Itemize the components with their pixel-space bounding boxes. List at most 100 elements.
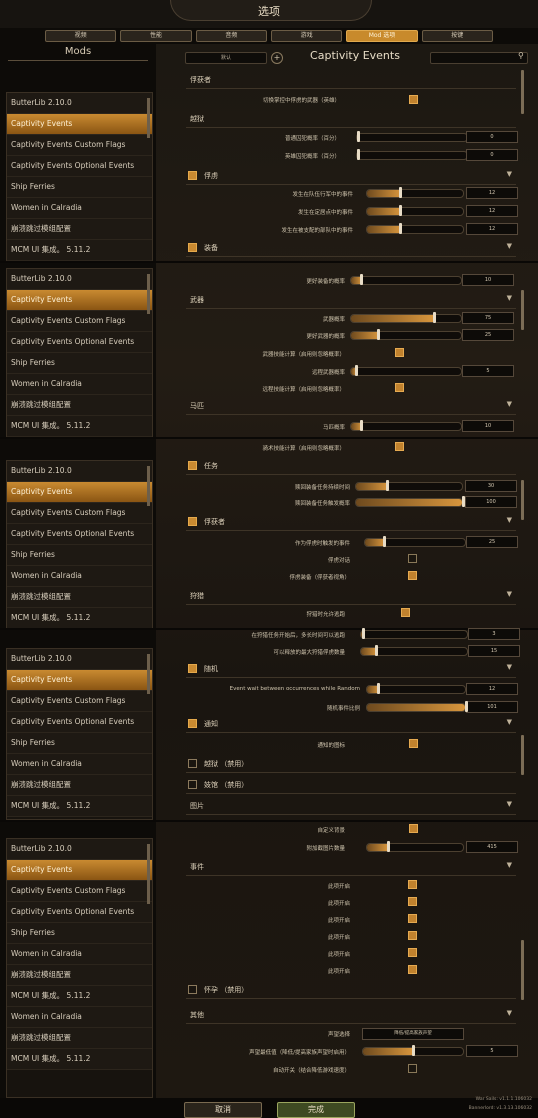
mod-item-mcm-ui[interactable]: MCM UI 集成。 5.11.2 xyxy=(7,986,152,1007)
tab-mod-options[interactable]: Mod 选项 xyxy=(346,30,418,42)
section-quest[interactable]: 任务 xyxy=(186,458,516,475)
mod-item-ship-ferries[interactable]: Ship Ferries xyxy=(7,923,152,944)
mod-item-ship-ferries[interactable]: Ship Ferries xyxy=(7,545,152,566)
settings-scrollbar[interactable] xyxy=(521,940,524,1000)
mod-item-butterlib[interactable]: ButterLib 2.10.0 xyxy=(7,93,152,114)
switch-captor-skill-checkbox[interactable] xyxy=(409,95,418,104)
horse-chance-slider[interactable] xyxy=(350,422,462,431)
tab-game[interactable]: 游戏 xyxy=(270,30,343,42)
settings-scrollbar[interactable] xyxy=(521,735,524,775)
mod-item-women-in-calradia[interactable]: Women in Calradia xyxy=(7,944,152,965)
slider-thumb[interactable] xyxy=(386,480,390,491)
better-gear-value[interactable]: 10 xyxy=(462,274,514,286)
section-checkbox[interactable] xyxy=(188,171,197,180)
renown-value-value[interactable]: 5 xyxy=(466,1045,518,1057)
section-jailbreak[interactable]: 越狱 （禁用） xyxy=(186,756,516,773)
settings-scrollbar[interactable] xyxy=(521,480,524,520)
section-checkbox[interactable] xyxy=(188,719,197,728)
section-checkbox[interactable] xyxy=(188,759,197,768)
event-toggle-checkbox[interactable] xyxy=(408,931,417,940)
slider-thumb[interactable] xyxy=(354,365,358,376)
section-checkbox[interactable] xyxy=(188,517,197,526)
mods-scrollbar[interactable] xyxy=(147,466,150,506)
mod-item-captivity-events[interactable]: Captivity Events xyxy=(7,860,152,881)
renown-select-dropdown[interactable]: 降低/提高家族声望 xyxy=(362,1028,464,1040)
mods-scrollbar[interactable] xyxy=(147,844,150,904)
tab-performance[interactable]: 性能 xyxy=(120,30,192,42)
event-toggle-checkbox[interactable] xyxy=(408,880,417,889)
slider-thumb[interactable] xyxy=(357,131,361,142)
mod-item-ce-custom-flags[interactable]: Captivity Events Custom Flags xyxy=(7,691,152,712)
mod-filter-input[interactable]: 默认 xyxy=(185,52,267,64)
mod-item-captivity-events[interactable]: Captivity Events xyxy=(7,482,152,503)
mod-item-ce-custom-flags[interactable]: Captivity Events Custom Flags xyxy=(7,311,152,332)
slider-thumb[interactable] xyxy=(399,205,403,216)
random-wait-value[interactable]: 12 xyxy=(466,683,518,695)
hero-escape-slider[interactable] xyxy=(356,151,468,160)
mod-item-women-in-calradia-2[interactable]: Women in Calradia xyxy=(7,1007,152,1028)
section-captive[interactable]: 俘虏 ▼ xyxy=(186,168,516,185)
slider-thumb[interactable] xyxy=(362,628,366,639)
image-count-slider[interactable] xyxy=(366,843,464,852)
better-gear-slider[interactable] xyxy=(350,276,462,285)
quest-trigger-value[interactable]: 100 xyxy=(465,496,517,508)
weapon-chance-value[interactable]: 75 xyxy=(462,312,514,324)
mod-item-ce-custom-flags[interactable]: Captivity Events Custom Flags xyxy=(7,503,152,524)
slider-thumb[interactable] xyxy=(399,223,403,234)
section-checkbox[interactable] xyxy=(188,780,197,789)
settings-scrollbar[interactable] xyxy=(521,70,524,114)
mod-item-women-in-calradia[interactable]: Women in Calradia xyxy=(7,374,152,395)
hunt-time-slider[interactable] xyxy=(360,630,468,639)
mod-item-ce-optional-events[interactable]: Captivity Events Optional Events xyxy=(7,156,152,177)
event-army-value[interactable]: 12 xyxy=(466,187,518,199)
weapon-skill-checkbox[interactable] xyxy=(395,348,404,357)
section-checkbox[interactable] xyxy=(188,664,197,673)
section-equipment[interactable]: 装备 ▼ xyxy=(186,240,516,257)
mod-item-crash-skip[interactable]: 崩溃跳过模组配置 xyxy=(7,775,152,796)
section-random[interactable]: 随机 ▼ xyxy=(186,661,516,678)
random-ratio-slider[interactable] xyxy=(366,703,466,712)
event-party-slider[interactable] xyxy=(366,225,464,234)
mod-item-captivity-events[interactable]: Captivity Events xyxy=(7,114,152,135)
event-settlement-value[interactable]: 12 xyxy=(466,205,518,217)
event-toggle-checkbox[interactable] xyxy=(408,914,417,923)
quest-time-value[interactable]: 30 xyxy=(465,480,517,492)
slider-thumb[interactable] xyxy=(377,329,380,340)
slider-thumb[interactable] xyxy=(383,536,387,547)
slider-thumb[interactable] xyxy=(412,1045,415,1056)
mod-item-ce-optional-events[interactable]: Captivity Events Optional Events xyxy=(7,902,152,923)
notify-icon-checkbox[interactable] xyxy=(409,739,418,748)
slider-thumb[interactable] xyxy=(462,496,465,507)
event-settlement-slider[interactable] xyxy=(366,207,464,216)
section-other[interactable]: 其他 ▼ xyxy=(186,1007,516,1024)
section-images[interactable]: 图片 ▼ xyxy=(186,798,516,815)
captor-trigger-slider[interactable] xyxy=(364,538,466,547)
mod-item-captivity-events[interactable]: Captivity Events xyxy=(7,670,152,691)
ranged-chance-slider[interactable] xyxy=(350,367,462,376)
random-wait-slider[interactable] xyxy=(366,685,466,694)
mod-item-women-in-calradia[interactable]: Women in Calradia xyxy=(7,566,152,587)
mod-item-crash-skip[interactable]: 崩溃跳过模组配置 xyxy=(7,219,152,240)
horse-skill-checkbox[interactable] xyxy=(395,442,404,451)
section-escape[interactable]: 越狱 xyxy=(186,111,516,128)
normal-escape-slider[interactable] xyxy=(356,133,468,142)
mod-item-ship-ferries[interactable]: Ship Ferries xyxy=(7,733,152,754)
horse-chance-value[interactable]: 10 xyxy=(462,420,514,432)
slider-thumb[interactable] xyxy=(360,420,364,431)
normal-escape-value[interactable]: 0 xyxy=(466,131,518,143)
section-checkbox[interactable] xyxy=(188,461,197,470)
add-icon[interactable]: + xyxy=(271,52,283,64)
mod-item-ce-optional-events[interactable]: Captivity Events Optional Events xyxy=(7,332,152,353)
custom-bg-checkbox[interactable] xyxy=(409,824,418,833)
captor-trigger-value[interactable]: 25 xyxy=(466,536,518,548)
mod-item-ship-ferries[interactable]: Ship Ferries xyxy=(7,177,152,198)
tab-video[interactable]: 视频 xyxy=(45,30,117,42)
slider-thumb[interactable] xyxy=(357,149,361,160)
mod-item-ce-custom-flags[interactable]: Captivity Events Custom Flags xyxy=(7,881,152,902)
mod-item-ce-optional-events[interactable]: Captivity Events Optional Events xyxy=(7,712,152,733)
mods-scrollbar[interactable] xyxy=(147,98,150,138)
slider-thumb[interactable] xyxy=(399,187,403,198)
mod-item-mcm-ui[interactable]: MCM UI 集成。 5.11.2 xyxy=(7,608,152,629)
weapon-chance-slider[interactable] xyxy=(350,314,462,323)
mod-item-crash-skip-2[interactable]: 崩溃跳过模组配置 xyxy=(7,1028,152,1049)
